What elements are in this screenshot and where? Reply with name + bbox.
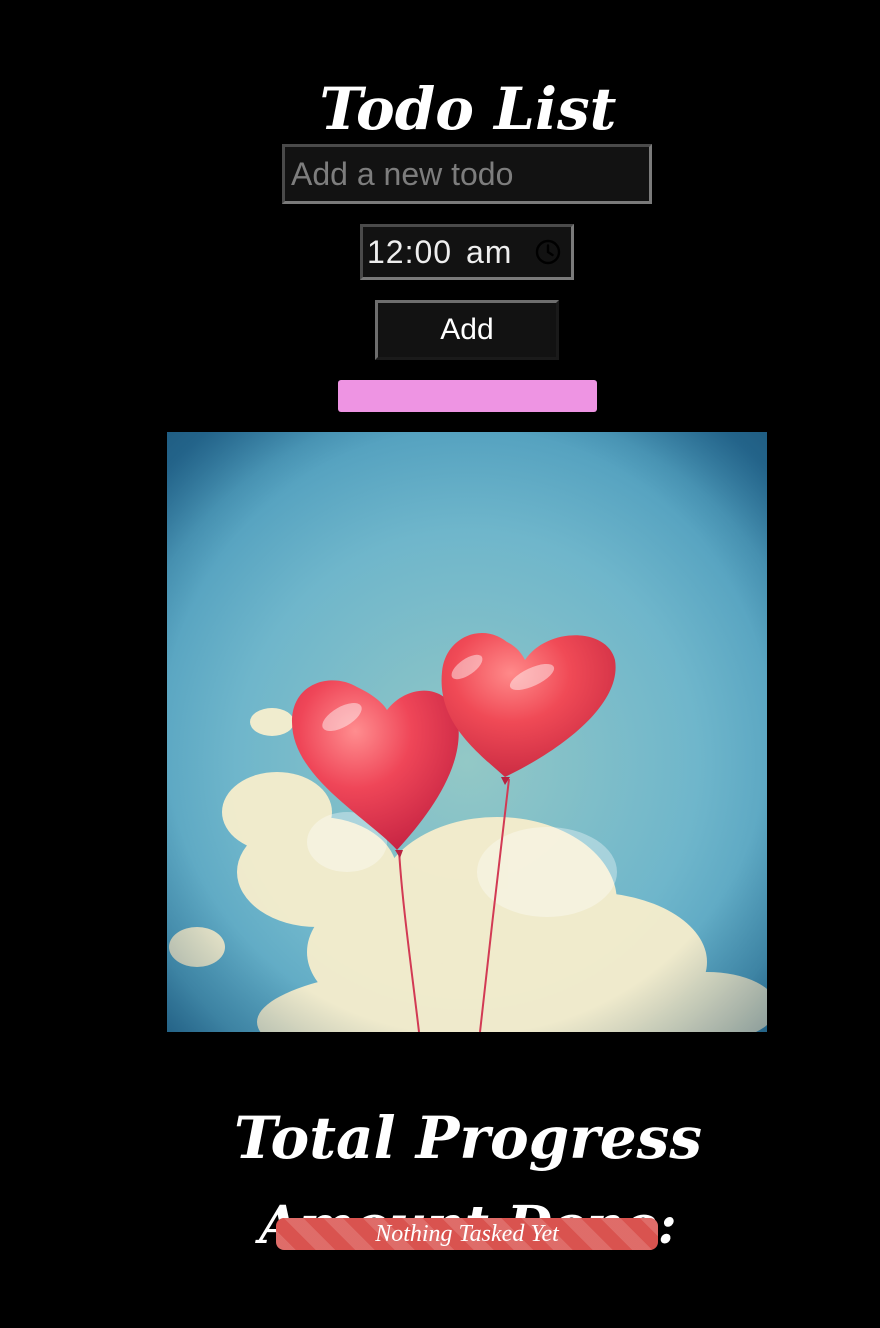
- clock-icon[interactable]: [535, 239, 561, 265]
- heart-balloons-image: [167, 432, 767, 1032]
- page-title: Todo List: [319, 74, 617, 143]
- new-todo-input[interactable]: [282, 144, 652, 204]
- progress-status-text: Nothing Tasked Yet: [375, 1221, 559, 1247]
- time-input[interactable]: 12:00 am: [360, 224, 574, 280]
- progress-bar: Nothing Tasked Yet: [276, 1218, 658, 1250]
- total-progress-heading: Total Progress: [234, 1104, 702, 1173]
- accent-bar: [338, 380, 597, 412]
- add-button[interactable]: Add: [375, 300, 559, 360]
- time-value: 12:00 am: [367, 233, 513, 270]
